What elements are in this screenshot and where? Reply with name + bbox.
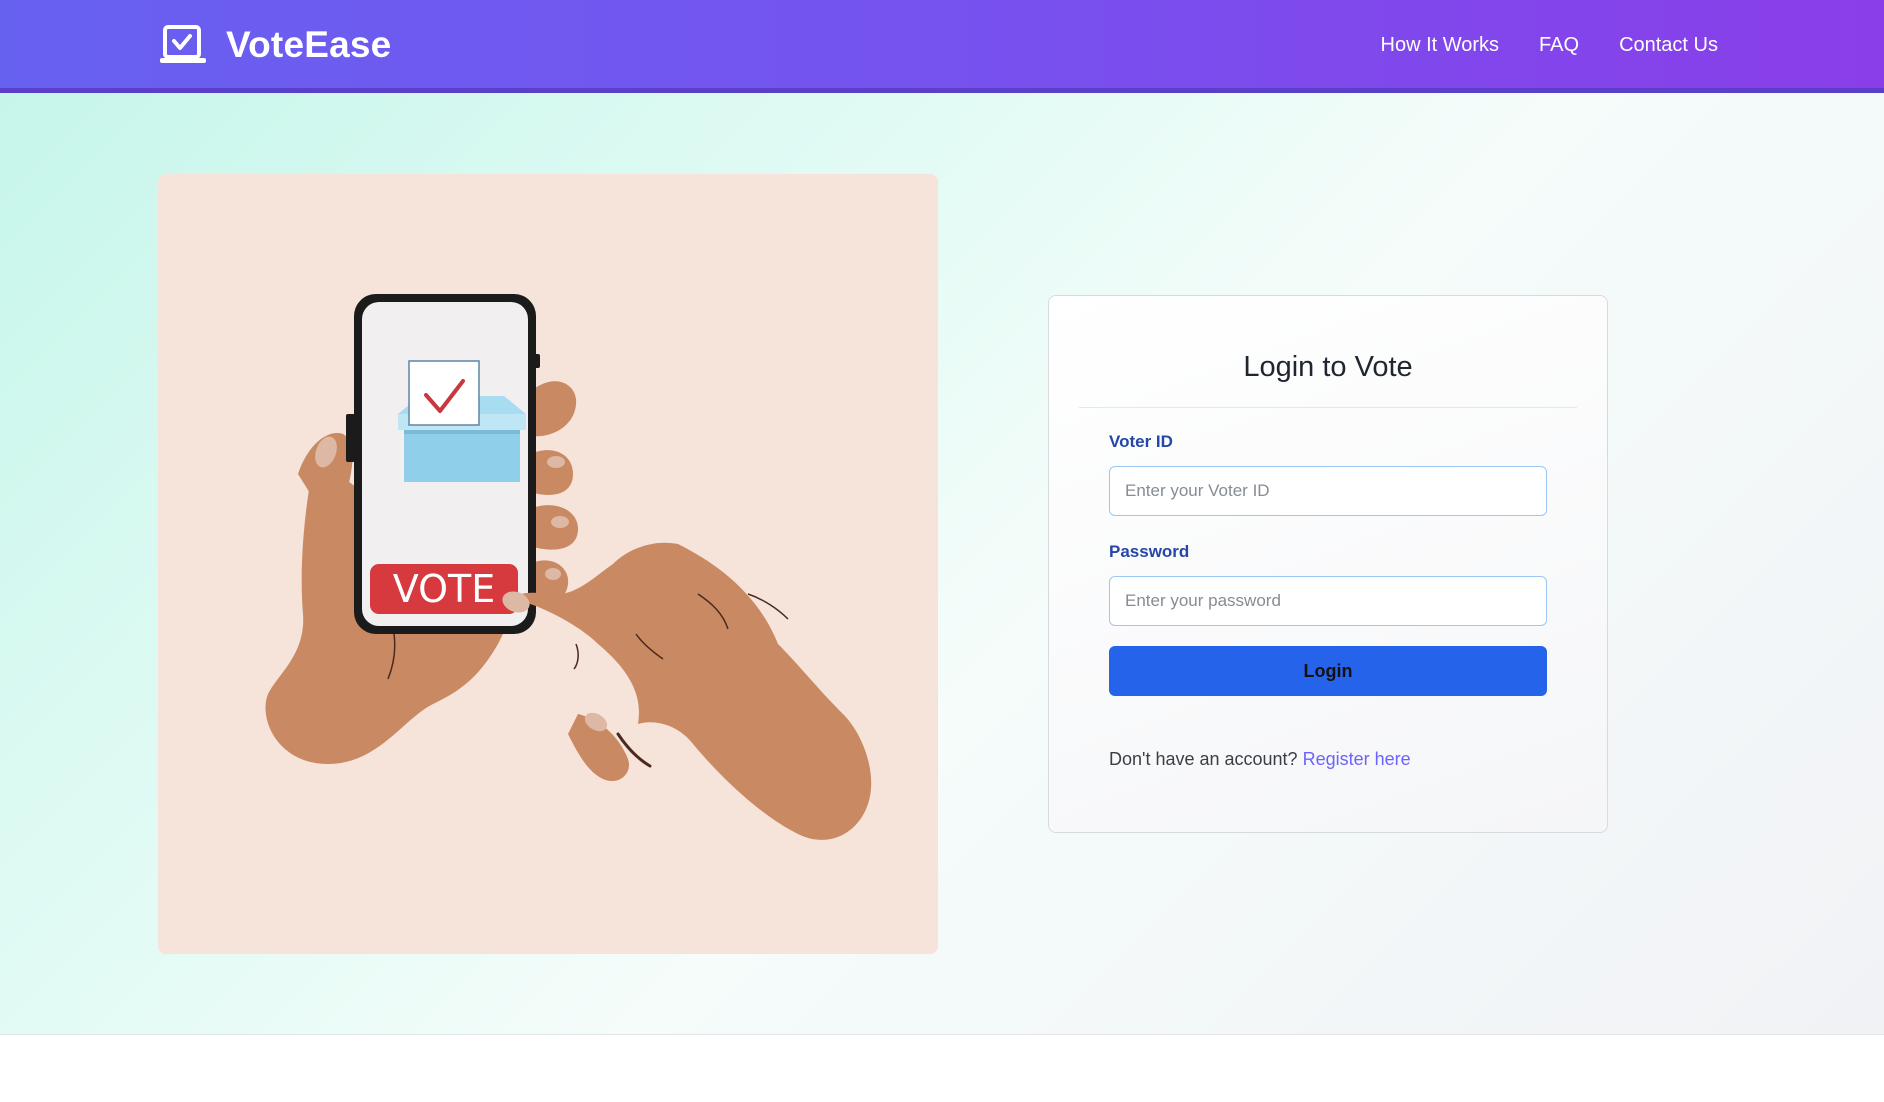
register-prompt-text: Don't have an account?: [1109, 749, 1298, 769]
nav-how-it-works[interactable]: How It Works: [1381, 30, 1500, 60]
password-label: Password: [1109, 542, 1190, 561]
voter-id-input[interactable]: [1109, 466, 1547, 516]
register-link[interactable]: Register here: [1303, 749, 1411, 769]
password-input[interactable]: [1109, 576, 1547, 626]
login-button[interactable]: Login: [1109, 646, 1547, 696]
nav-faq[interactable]: FAQ: [1539, 30, 1579, 60]
login-title: Login to Vote: [1243, 351, 1413, 383]
register-prompt-line: Don't have an account? Register here: [1109, 749, 1411, 770]
vote-button-graphic: VOTE: [393, 567, 495, 611]
title-divider: [1079, 407, 1577, 408]
brand-home-link[interactable]: VoteEase: [160, 24, 391, 66]
main-nav: How It Works FAQ Contact Us: [1341, 30, 1719, 60]
nav-contact-us[interactable]: Contact Us: [1619, 30, 1718, 60]
vote-check-icon: [160, 25, 206, 65]
top-navbar: VoteEase How It Works FAQ Contact Us: [0, 0, 1884, 93]
voting-illustration: VOTE: [158, 174, 938, 954]
main-content: VOTE Login to Vote Voter ID Password Log…: [0, 93, 1884, 1035]
login-card: Login to Vote Voter ID Password Login Do…: [1048, 295, 1608, 833]
voter-id-label: Voter ID: [1109, 432, 1173, 451]
brand-name: VoteEase: [226, 24, 392, 65]
hand-holding-phone-illustration: VOTE: [265, 294, 872, 840]
